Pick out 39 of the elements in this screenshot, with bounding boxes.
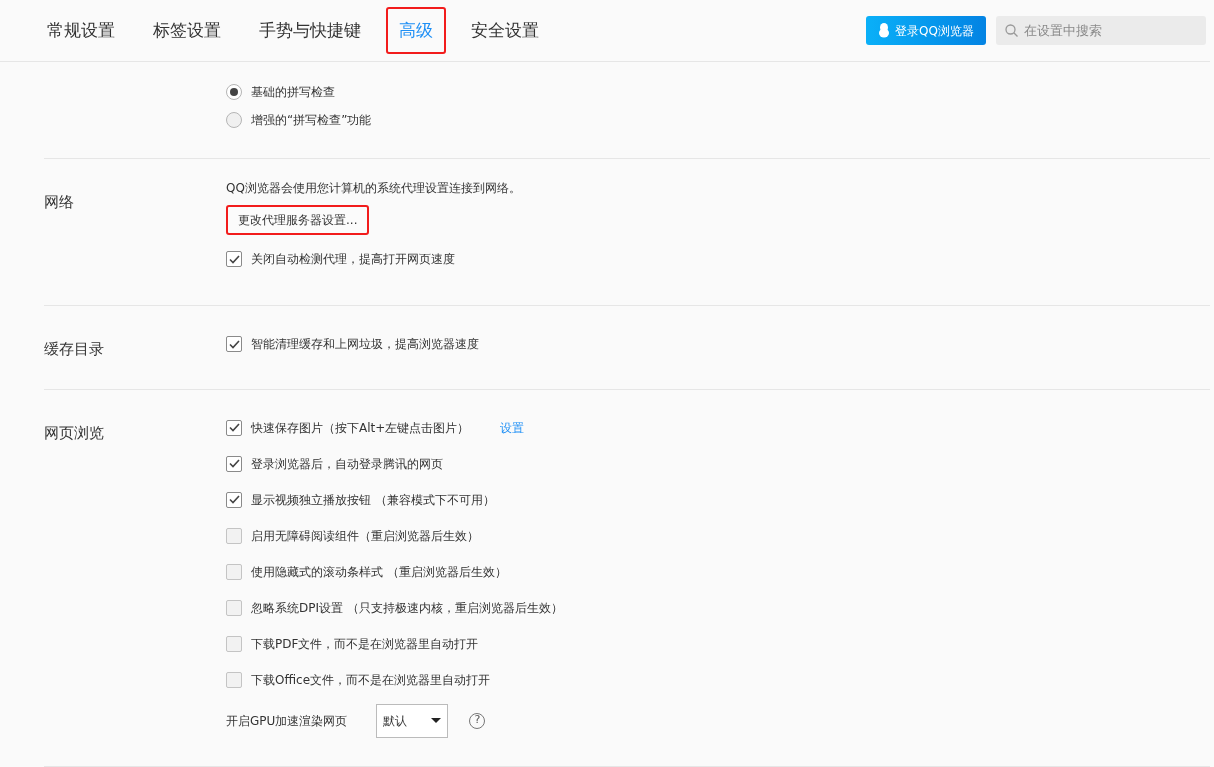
search-field[interactable]: 在设置中搜索: [996, 16, 1206, 45]
option-label: 开启GPU加速渲染网页: [226, 712, 348, 730]
option-label: 使用隐藏式的滚动条样式 （重启浏览器后生效）: [251, 563, 507, 581]
section-title: 缓存目录: [44, 339, 105, 360]
description-text: QQ浏览器会使用您计算机的系统代理设置连接到网络。: [226, 180, 521, 197]
checkbox[interactable]: [226, 251, 242, 267]
radio-button[interactable]: [226, 84, 242, 100]
settings-tab[interactable]: 常规设置: [34, 7, 128, 54]
settings-tab[interactable]: 安全设置: [458, 7, 552, 54]
checkbox[interactable]: [226, 563, 242, 580]
checkbox[interactable]: [226, 336, 242, 352]
option-label: 登录浏览器后，自动登录腾讯的网页: [251, 455, 443, 473]
option-label: 下载Office文件，而不是在浏览器里自动打开: [251, 671, 491, 689]
section-title: 网络: [44, 192, 75, 213]
proxy-settings-button[interactable]: 更改代理服务器设置...: [226, 205, 370, 235]
penguin-icon: [878, 23, 891, 38]
option-label: 基础的拼写检查: [251, 84, 335, 101]
option-label: 关闭自动检测代理，提高打开网页速度: [251, 251, 455, 268]
checkbox[interactable]: [226, 491, 242, 508]
checkbox[interactable]: [226, 527, 242, 544]
option-label: 启用无障碍阅读组件（重启浏览器后生效）: [251, 527, 479, 545]
settings-tab[interactable]: 标签设置: [140, 7, 234, 54]
checkbox[interactable]: [226, 635, 242, 652]
option-label: 下载PDF文件，而不是在浏览器里自动打开: [251, 635, 479, 653]
option-label: 快速保存图片（按下Alt+左键点击图片）: [251, 419, 470, 437]
checkbox[interactable]: [226, 599, 242, 616]
search-icon: [1005, 24, 1018, 37]
caret-icon: [431, 718, 442, 723]
radio-button[interactable]: [226, 112, 242, 128]
settings-tab[interactable]: 手势与快捷键: [246, 7, 374, 54]
checkbox[interactable]: [226, 671, 242, 688]
option-label: 增强的“拼写检查”功能: [251, 112, 372, 129]
option-label: 忽略系统DPI设置 （只支持极速内核，重启浏览器后生效）: [251, 599, 563, 617]
section-title: 网页浏览: [44, 422, 105, 444]
option-label: 智能清理缓存和上网垃圾，提高浏览器速度: [251, 336, 479, 353]
option-label: 显示视频独立播放按钮 （兼容模式下不可用）: [251, 491, 495, 509]
dropdown[interactable]: 默认: [376, 703, 449, 738]
checkbox[interactable]: [226, 455, 242, 472]
checkbox[interactable]: [226, 419, 242, 436]
